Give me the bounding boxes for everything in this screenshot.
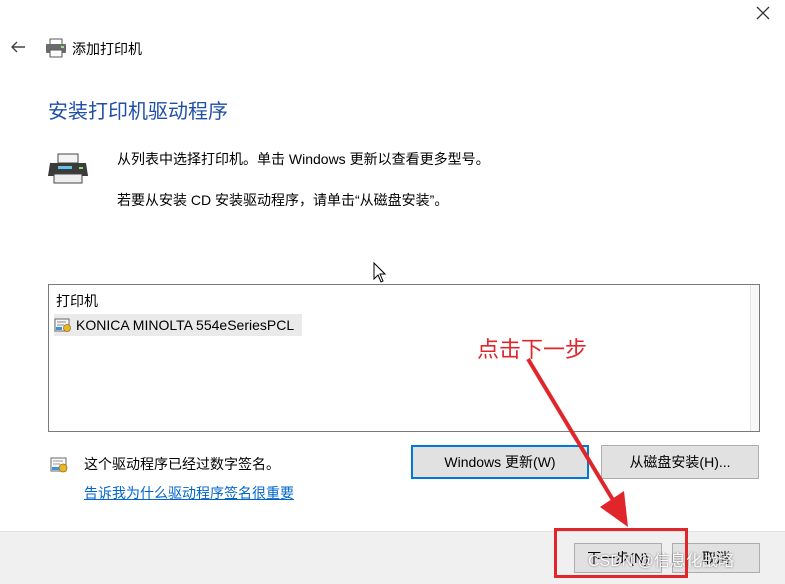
signature-status: 这个驱动程序已经过数字签名。	[84, 456, 280, 472]
printer-icon	[48, 153, 88, 184]
page-title: 安装打印机驱动程序	[48, 101, 228, 123]
printer-list-header: 打印机	[56, 293, 98, 309]
certificate-icon	[54, 318, 71, 332]
mouse-cursor-icon	[373, 262, 387, 283]
list-item-label: KONICA MINOLTA 554eSeriesPCL	[76, 317, 295, 333]
certificate-icon	[50, 457, 68, 473]
description-line-2: 若要从安装 CD 安装驱动程序，请单击“从磁盘安装”。	[117, 192, 449, 208]
description-line-1: 从列表中选择打印机。单击 Windows 更新以查看更多型号。	[117, 151, 490, 167]
back-arrow-icon[interactable]	[8, 37, 28, 57]
printer-icon	[46, 38, 66, 58]
signature-info-link[interactable]: 告诉我为什么驱动程序签名很重要	[84, 484, 294, 502]
annotation-arrow-icon	[526, 357, 628, 527]
close-icon[interactable]	[752, 2, 774, 24]
list-item[interactable]: KONICA MINOLTA 554eSeriesPCL	[54, 314, 303, 336]
window-title: 添加打印机	[72, 41, 142, 57]
watermark: CSDN @信息化战略	[588, 553, 735, 570]
printer-list[interactable]: 打印机 KONICA MINOLTA 554eSeriesPCL	[48, 284, 760, 432]
list-scrollbar[interactable]	[750, 285, 759, 431]
